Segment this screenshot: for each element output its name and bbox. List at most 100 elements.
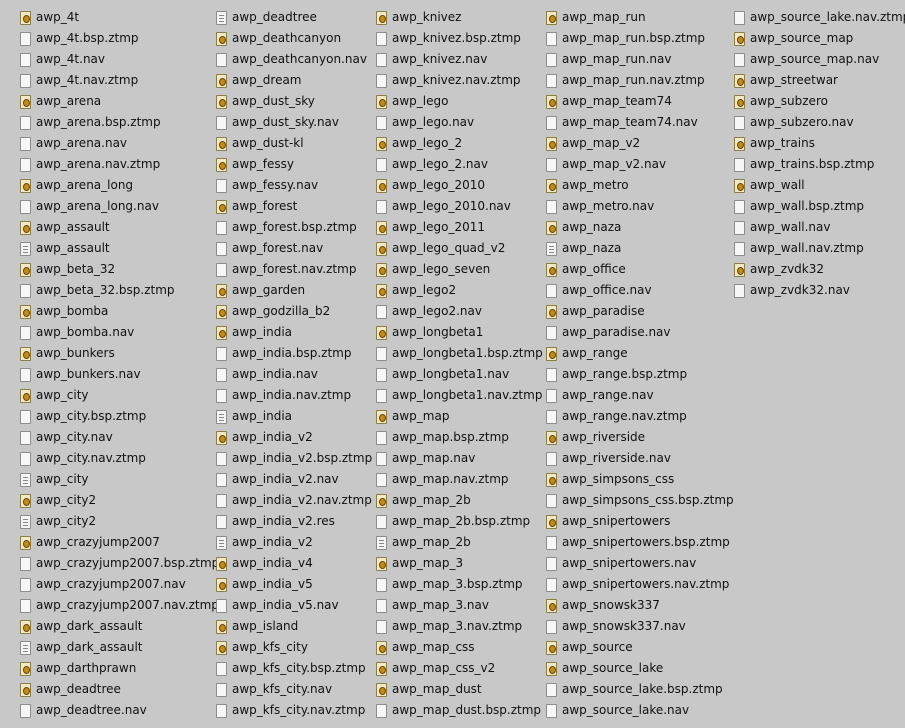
file-item[interactable]: awp_dust-kl bbox=[216, 133, 372, 154]
file-item[interactable]: awp_india_v2 bbox=[216, 532, 372, 553]
file-item[interactable]: awp_zvdk32.nav bbox=[734, 280, 905, 301]
file-item[interactable]: awp_map_run.bsp.ztmp bbox=[546, 28, 734, 49]
file-item[interactable]: awp_wall.bsp.ztmp bbox=[734, 196, 905, 217]
file-item[interactable]: awp_lego_seven bbox=[376, 259, 543, 280]
file-item[interactable]: awp_india.nav.ztmp bbox=[216, 385, 372, 406]
file-item[interactable]: awp_subzero bbox=[734, 91, 905, 112]
file-item[interactable]: awp_city.nav.ztmp bbox=[20, 448, 219, 469]
file-item[interactable]: awp_bunkers bbox=[20, 343, 219, 364]
file-item[interactable]: awp_deadtree bbox=[216, 7, 372, 28]
file-item[interactable]: awp_lego2.nav bbox=[376, 301, 543, 322]
file-item[interactable]: awp_lego bbox=[376, 91, 543, 112]
file-item[interactable]: awp_india.bsp.ztmp bbox=[216, 343, 372, 364]
file-item[interactable]: awp_beta_32 bbox=[20, 259, 219, 280]
file-item[interactable]: awp_india_v4 bbox=[216, 553, 372, 574]
file-item[interactable]: awp_dust_sky bbox=[216, 91, 372, 112]
file-item[interactable]: awp_wall.nav.ztmp bbox=[734, 238, 905, 259]
file-item[interactable]: awp_map_team74.nav bbox=[546, 112, 734, 133]
file-item[interactable]: awp_lego.nav bbox=[376, 112, 543, 133]
file-item[interactable]: awp_lego_2.nav bbox=[376, 154, 543, 175]
file-item[interactable]: awp_riverside.nav bbox=[546, 448, 734, 469]
file-item[interactable]: awp_india bbox=[216, 322, 372, 343]
file-item[interactable]: awp_dark_assault bbox=[20, 637, 219, 658]
file-item[interactable]: awp_fessy.nav bbox=[216, 175, 372, 196]
file-item[interactable]: awp_source_map bbox=[734, 28, 905, 49]
file-item[interactable]: awp_snipertowers.bsp.ztmp bbox=[546, 532, 734, 553]
file-item[interactable]: awp_lego2 bbox=[376, 280, 543, 301]
file-item[interactable]: awp_naza bbox=[546, 217, 734, 238]
file-item[interactable]: awp_zvdk32 bbox=[734, 259, 905, 280]
file-item[interactable]: awp_arena bbox=[20, 91, 219, 112]
file-item[interactable]: awp_riverside bbox=[546, 427, 734, 448]
file-item[interactable]: awp_simpsons_css bbox=[546, 469, 734, 490]
file-item[interactable]: awp_snipertowers.nav.ztmp bbox=[546, 574, 734, 595]
file-item[interactable]: awp_india bbox=[216, 406, 372, 427]
file-item[interactable]: awp_forest.nav bbox=[216, 238, 372, 259]
file-item[interactable]: awp_india.nav bbox=[216, 364, 372, 385]
file-item[interactable]: awp_city2 bbox=[20, 490, 219, 511]
file-item[interactable]: awp_beta_32.bsp.ztmp bbox=[20, 280, 219, 301]
file-item[interactable]: awp_metro bbox=[546, 175, 734, 196]
file-item[interactable]: awp_map.bsp.ztmp bbox=[376, 427, 543, 448]
file-item[interactable]: awp_map_2b.bsp.ztmp bbox=[376, 511, 543, 532]
file-item[interactable]: awp_map_3.bsp.ztmp bbox=[376, 574, 543, 595]
file-item[interactable]: awp_arena.nav.ztmp bbox=[20, 154, 219, 175]
file-item[interactable]: awp_map_css bbox=[376, 637, 543, 658]
file-item[interactable]: awp_streetwar bbox=[734, 70, 905, 91]
file-item[interactable]: awp_kfs_city.bsp.ztmp bbox=[216, 658, 372, 679]
file-item[interactable]: awp_paradise bbox=[546, 301, 734, 322]
file-item[interactable]: awp_source_lake.nav bbox=[546, 700, 734, 721]
file-item[interactable]: awp_4t.nav bbox=[20, 49, 219, 70]
file-item[interactable]: awp_crazyjump2007.nav.ztmp bbox=[20, 595, 219, 616]
file-item[interactable]: awp_map_dust.bsp.ztmp bbox=[376, 700, 543, 721]
file-item[interactable]: awp_city2 bbox=[20, 511, 219, 532]
file-item[interactable]: awp_range.nav bbox=[546, 385, 734, 406]
file-item[interactable]: awp_garden bbox=[216, 280, 372, 301]
file-item[interactable]: awp_map_3.nav bbox=[376, 595, 543, 616]
file-item[interactable]: awp_lego_2010.nav bbox=[376, 196, 543, 217]
file-item[interactable]: awp_arena_long.nav bbox=[20, 196, 219, 217]
file-item[interactable]: awp_india_v5 bbox=[216, 574, 372, 595]
file-item[interactable]: awp_forest bbox=[216, 196, 372, 217]
file-item[interactable]: awp_godzilla_b2 bbox=[216, 301, 372, 322]
file-item[interactable]: awp_map.nav.ztmp bbox=[376, 469, 543, 490]
file-item[interactable]: awp_india_v5.nav bbox=[216, 595, 372, 616]
file-item[interactable]: awp_dark_assault bbox=[20, 616, 219, 637]
file-item[interactable]: awp_assault bbox=[20, 238, 219, 259]
file-item[interactable]: awp_paradise.nav bbox=[546, 322, 734, 343]
file-item[interactable]: awp_wall.nav bbox=[734, 217, 905, 238]
file-item[interactable]: awp_4t bbox=[20, 7, 219, 28]
file-item[interactable]: awp_source bbox=[546, 637, 734, 658]
file-item[interactable]: awp_source_lake bbox=[546, 658, 734, 679]
file-item[interactable]: awp_map_3 bbox=[376, 553, 543, 574]
file-item[interactable]: awp_4t.nav.ztmp bbox=[20, 70, 219, 91]
file-item[interactable]: awp_forest.bsp.ztmp bbox=[216, 217, 372, 238]
file-item[interactable]: awp_city.nav bbox=[20, 427, 219, 448]
file-item[interactable]: awp_longbeta1.nav.ztmp bbox=[376, 385, 543, 406]
file-item[interactable]: awp_office.nav bbox=[546, 280, 734, 301]
file-item[interactable]: awp_darthprawn bbox=[20, 658, 219, 679]
file-item[interactable]: awp_bunkers.nav bbox=[20, 364, 219, 385]
file-item[interactable]: awp_crazyjump2007 bbox=[20, 532, 219, 553]
file-item[interactable]: awp_longbeta1.nav bbox=[376, 364, 543, 385]
file-item[interactable]: awp_lego_2 bbox=[376, 133, 543, 154]
file-item[interactable]: awp_map bbox=[376, 406, 543, 427]
file-item[interactable]: awp_snipertowers.nav bbox=[546, 553, 734, 574]
file-item[interactable]: awp_knivez.nav bbox=[376, 49, 543, 70]
file-item[interactable]: awp_map_dust bbox=[376, 679, 543, 700]
file-item[interactable]: awp_map.nav bbox=[376, 448, 543, 469]
file-item[interactable]: awp_longbeta1 bbox=[376, 322, 543, 343]
file-item[interactable]: awp_map_run.nav.ztmp bbox=[546, 70, 734, 91]
file-item[interactable]: awp_range bbox=[546, 343, 734, 364]
file-item[interactable]: awp_map_css_v2 bbox=[376, 658, 543, 679]
file-item[interactable]: awp_deathcanyon.nav bbox=[216, 49, 372, 70]
file-item[interactable]: awp_longbeta1.bsp.ztmp bbox=[376, 343, 543, 364]
file-item[interactable]: awp_4t.bsp.ztmp bbox=[20, 28, 219, 49]
file-item[interactable]: awp_trains.bsp.ztmp bbox=[734, 154, 905, 175]
file-item[interactable]: awp_deathcanyon bbox=[216, 28, 372, 49]
file-item[interactable]: awp_arena.nav bbox=[20, 133, 219, 154]
file-item[interactable]: awp_india_v2.res bbox=[216, 511, 372, 532]
file-item[interactable]: awp_map_run bbox=[546, 7, 734, 28]
file-item[interactable]: awp_deadtree.nav bbox=[20, 700, 219, 721]
file-item[interactable]: awp_map_v2.nav bbox=[546, 154, 734, 175]
